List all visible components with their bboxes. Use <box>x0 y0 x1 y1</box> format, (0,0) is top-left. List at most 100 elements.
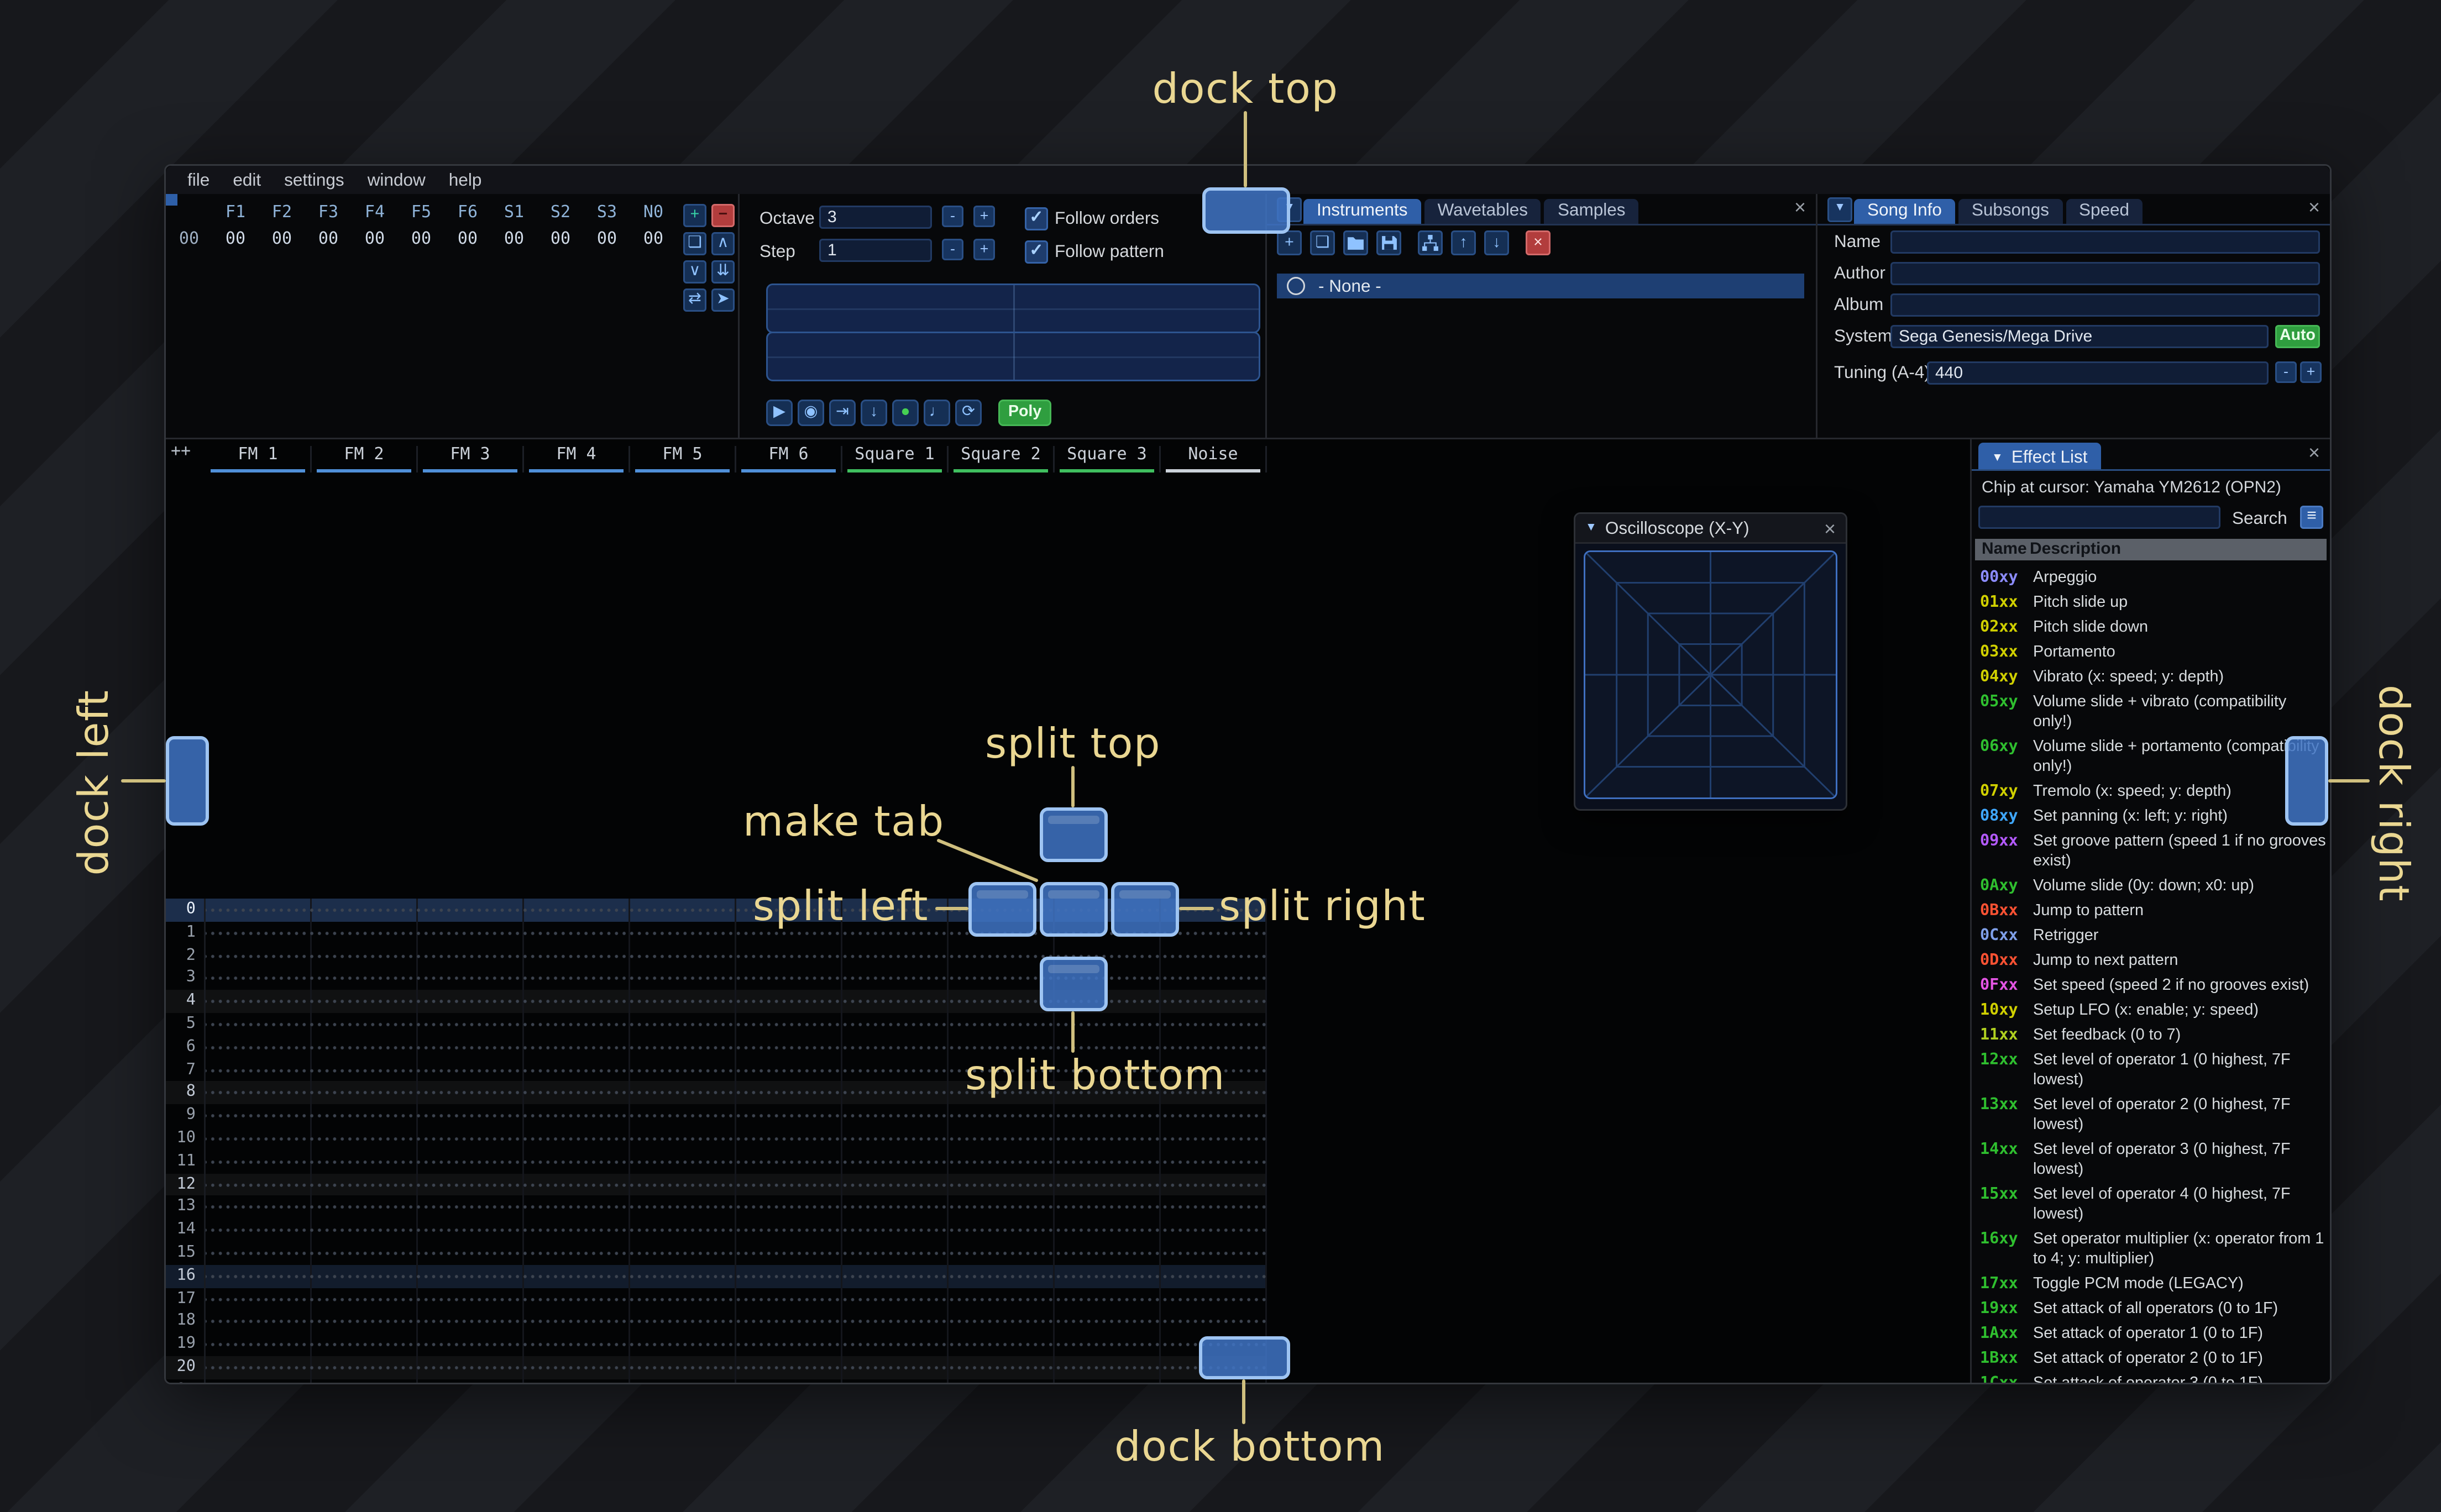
split-bottom-target[interactable] <box>1040 957 1108 1011</box>
dock-bottom-target[interactable] <box>1199 1336 1290 1379</box>
follow-orders-checkbox[interactable]: ✓ <box>1025 207 1048 230</box>
effect-row[interactable]: 07xy Tremolo (x: speed; y: depth) <box>1975 779 2328 804</box>
order-row-index[interactable]: 00 <box>166 230 212 249</box>
row-cells[interactable] <box>206 1333 1267 1356</box>
order-change-all-button[interactable]: ⇄ <box>683 288 706 312</box>
step-row-button[interactable]: ↓ <box>861 400 887 426</box>
instrument-layout-button[interactable] <box>1418 230 1443 255</box>
oscilloscope-title-bar[interactable]: ▼ Oscilloscope (X-Y) × <box>1575 514 1846 544</box>
effect-row[interactable]: 08xy Set panning (x: left; y: right) <box>1975 804 2328 829</box>
row-cells[interactable] <box>206 967 1267 990</box>
effect-list-menu-icon[interactable]: ≡ <box>2300 506 2323 529</box>
pattern-row[interactable]: 19 <box>166 1333 1267 1356</box>
order-cell[interactable]: 00 <box>259 230 305 249</box>
metronome-button[interactable]: ♩ <box>924 400 950 426</box>
pattern-row[interactable]: 15 <box>166 1241 1267 1265</box>
octave-increase-button[interactable]: + <box>973 206 995 227</box>
order-add-button[interactable]: + <box>683 204 706 227</box>
order-cell[interactable]: 00 <box>537 230 584 249</box>
row-cells[interactable] <box>206 990 1267 1013</box>
effect-row[interactable]: 0Fxx Set speed (speed 2 if no grooves ex… <box>1975 973 2328 998</box>
row-cells[interactable] <box>206 1173 1267 1196</box>
row-cells[interactable] <box>206 1127 1267 1151</box>
split-right-target[interactable] <box>1111 882 1179 937</box>
album-field[interactable] <box>1890 293 2320 317</box>
channel-header[interactable]: Square 1 <box>842 446 949 473</box>
order-cell[interactable]: 00 <box>305 230 352 249</box>
effect-row[interactable]: 13xx Set level of operator 2 (0 highest,… <box>1975 1093 2328 1137</box>
song-collapse-icon[interactable]: ▼ <box>1827 197 1852 222</box>
song-tab[interactable]: Song Info <box>1854 199 1955 224</box>
repeat-button[interactable]: ⟳ <box>955 400 982 426</box>
oscilloscope-xy-window[interactable]: ▼ Oscilloscope (X-Y) × <box>1574 512 1847 811</box>
menu-item[interactable]: file <box>176 170 221 190</box>
play-button[interactable]: ▶ <box>766 400 793 426</box>
effect-row[interactable]: 11xx Set feedback (0 to 7) <box>1975 1023 2328 1048</box>
add-instrument-button[interactable]: + <box>1277 230 1302 255</box>
effect-row[interactable]: 03xx Portamento <box>1975 640 2328 665</box>
menu-item[interactable]: help <box>437 170 494 190</box>
pattern-row[interactable]: 20 <box>166 1356 1267 1379</box>
effect-row[interactable]: 19xx Set attack of all operators (0 to 1… <box>1975 1296 2328 1321</box>
row-cells[interactable] <box>206 1264 1267 1288</box>
effect-row[interactable]: 17xx Toggle PCM mode (LEGACY) <box>1975 1272 2328 1296</box>
order-remove-button[interactable]: − <box>711 204 735 227</box>
split-left-target[interactable] <box>968 882 1036 937</box>
song-close-icon[interactable]: × <box>2308 196 2320 219</box>
open-instrument-button[interactable] <box>1343 230 1368 255</box>
effect-row[interactable]: 1Bxx Set attack of operator 2 (0 to 1F) <box>1975 1346 2328 1371</box>
order-cell[interactable]: 00 <box>352 230 398 249</box>
row-cells[interactable] <box>206 944 1267 968</box>
system-field[interactable] <box>1890 325 2269 348</box>
pattern-row[interactable]: 14 <box>166 1219 1267 1242</box>
effect-row[interactable]: 0Bxx Jump to pattern <box>1975 899 2328 923</box>
asset-tab[interactable]: Instruments <box>1303 199 1421 224</box>
order-cell[interactable]: 00 <box>398 230 444 249</box>
effect-row[interactable]: 04xy Vibrato (x: speed; y: depth) <box>1975 665 2328 690</box>
effect-row[interactable]: 0Axy Volume slide (0y: down; x0: up) <box>1975 874 2328 899</box>
oscilloscope-close-icon[interactable]: × <box>1824 517 1836 540</box>
dock-top-target[interactable] <box>1202 187 1290 234</box>
effect-row[interactable]: 12xx Set level of operator 1 (0 highest,… <box>1975 1048 2328 1093</box>
effect-list-tab[interactable]: ▼ Effect List <box>1978 443 2101 469</box>
step-input[interactable] <box>819 239 932 262</box>
octave-decrease-button[interactable]: - <box>942 206 963 227</box>
channel-header[interactable]: FM 4 <box>524 446 630 473</box>
pattern-row[interactable]: 16 <box>166 1264 1267 1288</box>
channel-header[interactable]: FM 6 <box>736 446 842 473</box>
effect-row[interactable]: 05xy Volume slide + vibrato (compatibili… <box>1975 690 2328 734</box>
step-decrease-button[interactable]: - <box>942 239 963 260</box>
order-cell[interactable]: 00 <box>212 230 259 249</box>
order-move-down-button[interactable]: ∨ <box>683 260 706 284</box>
tuning-increase-button[interactable]: + <box>2300 361 2322 383</box>
effect-row[interactable]: 1Axx Set attack of operator 1 (0 to 1F) <box>1975 1321 2328 1346</box>
channel-header[interactable]: Noise <box>1161 446 1267 473</box>
channel-header[interactable]: Square 2 <box>949 446 1055 473</box>
effect-row[interactable]: 14xx Set level of operator 3 (0 highest,… <box>1975 1137 2328 1182</box>
pattern-row[interactable]: 17 <box>166 1287 1267 1311</box>
row-cells[interactable] <box>206 921 1267 944</box>
channel-header[interactable]: FM 1 <box>206 446 312 473</box>
step-increase-button[interactable]: + <box>973 239 995 260</box>
row-cells[interactable] <box>206 1104 1267 1127</box>
effect-row[interactable]: 0Dxx Jump to next pattern <box>1975 948 2328 973</box>
effect-row[interactable]: 00xy Arpeggio <box>1975 565 2328 590</box>
row-cells[interactable] <box>206 1287 1267 1311</box>
pattern-row[interactable]: 12 <box>166 1173 1267 1196</box>
order-cell[interactable]: 00 <box>630 230 677 249</box>
split-top-target[interactable] <box>1040 807 1108 862</box>
menu-item[interactable]: settings <box>273 170 356 190</box>
octave-input[interactable] <box>819 206 932 229</box>
pattern-row[interactable]: 21 <box>166 1379 1267 1383</box>
instrument-list-item[interactable]: - None - <box>1277 274 1804 298</box>
row-cells[interactable] <box>206 1310 1267 1334</box>
asset-tab[interactable]: Wavetables <box>1424 199 1541 224</box>
play-once-button[interactable]: ⇥ <box>829 400 856 426</box>
assets-close-icon[interactable]: × <box>1794 196 1806 219</box>
record-button[interactable]: ● <box>892 400 919 426</box>
row-cells[interactable] <box>206 1012 1267 1036</box>
order-cell[interactable]: 00 <box>491 230 537 249</box>
row-cells[interactable] <box>206 1150 1267 1173</box>
oscilloscope-strip-top[interactable] <box>766 284 1260 333</box>
move-instrument-down-button[interactable]: ↓ <box>1484 230 1509 255</box>
